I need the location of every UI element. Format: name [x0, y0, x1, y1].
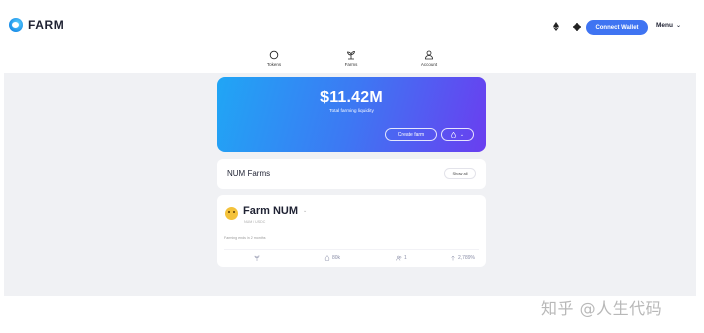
farm-logo-icon — [9, 18, 23, 32]
tab-account[interactable]: Account — [404, 50, 454, 67]
chevron-down-icon[interactable]: ⌄ — [303, 208, 307, 214]
tab-account-label: Account — [420, 62, 438, 67]
sun-icon[interactable] — [574, 24, 580, 30]
show-all-button[interactable]: Show all — [444, 168, 476, 179]
farm-stats: 80k 1 2,789% — [224, 249, 479, 263]
create-farm-button[interactable]: Create farm — [385, 128, 437, 141]
logo-text: FARM — [28, 18, 65, 32]
farm-icon — [254, 255, 260, 261]
chevron-down-icon: ⌄ — [459, 131, 465, 138]
drop-icon — [450, 131, 456, 138]
farm-name: Farm NUM — [243, 205, 299, 217]
total-liquidity-label: Total farming liquidity — [329, 109, 374, 114]
stat-liquidity: 80k — [324, 255, 340, 261]
tab-farms-label: Farms — [344, 62, 358, 67]
farm-card[interactable]: Farm NUM ⌄ NUM / USDC Farming ends in 2 … — [217, 195, 486, 267]
logo[interactable]: FARM — [9, 18, 64, 32]
connect-wallet-button[interactable]: Connect Wallet — [586, 20, 648, 35]
token-dropdown[interactable]: ⌄ — [441, 128, 474, 141]
liquidity-hero-card: $11.42M Total farming liquidity Create f… — [217, 77, 486, 152]
stat-liquidity-value: 80k — [332, 255, 341, 261]
stat-apy: 2,789% — [450, 255, 475, 261]
total-liquidity-value: $11.42M — [320, 89, 383, 106]
stat-farm — [254, 255, 262, 261]
stat-users-value: 1 — [404, 255, 407, 261]
menu-button[interactable]: Menu ⌄ — [656, 22, 681, 29]
farm-pair: NUM / USDC — [244, 220, 266, 224]
farms-icon — [347, 51, 355, 60]
account-icon — [425, 50, 433, 60]
watermark: 知乎 @人生代码 — [541, 299, 663, 318]
top-bar: FARM Connect Wallet Menu ⌄ — [0, 0, 704, 46]
apy-icon — [451, 255, 455, 261]
tokens-icon — [269, 50, 279, 60]
tab-tokens[interactable]: Tokens — [249, 50, 299, 67]
thinking-emoji-icon — [225, 207, 238, 220]
stat-users: 1 — [396, 255, 407, 261]
main-nav: Tokens Farms Account — [0, 47, 704, 73]
tab-farms[interactable]: Farms — [326, 50, 376, 67]
stat-apy-value: 2,789% — [458, 255, 475, 261]
section-title: NUM Farms — [227, 169, 271, 178]
tab-tokens-label: Tokens — [266, 62, 282, 67]
farm-ends-text: Farming ends in 2 months — [224, 236, 266, 240]
chevron-down-icon: ⌄ — [675, 23, 682, 29]
drop-icon — [324, 255, 330, 261]
users-icon — [396, 255, 402, 261]
ethereum-icon[interactable] — [553, 22, 559, 31]
menu-label: Menu — [656, 22, 673, 29]
farms-section-header: NUM Farms Show all — [217, 159, 486, 189]
